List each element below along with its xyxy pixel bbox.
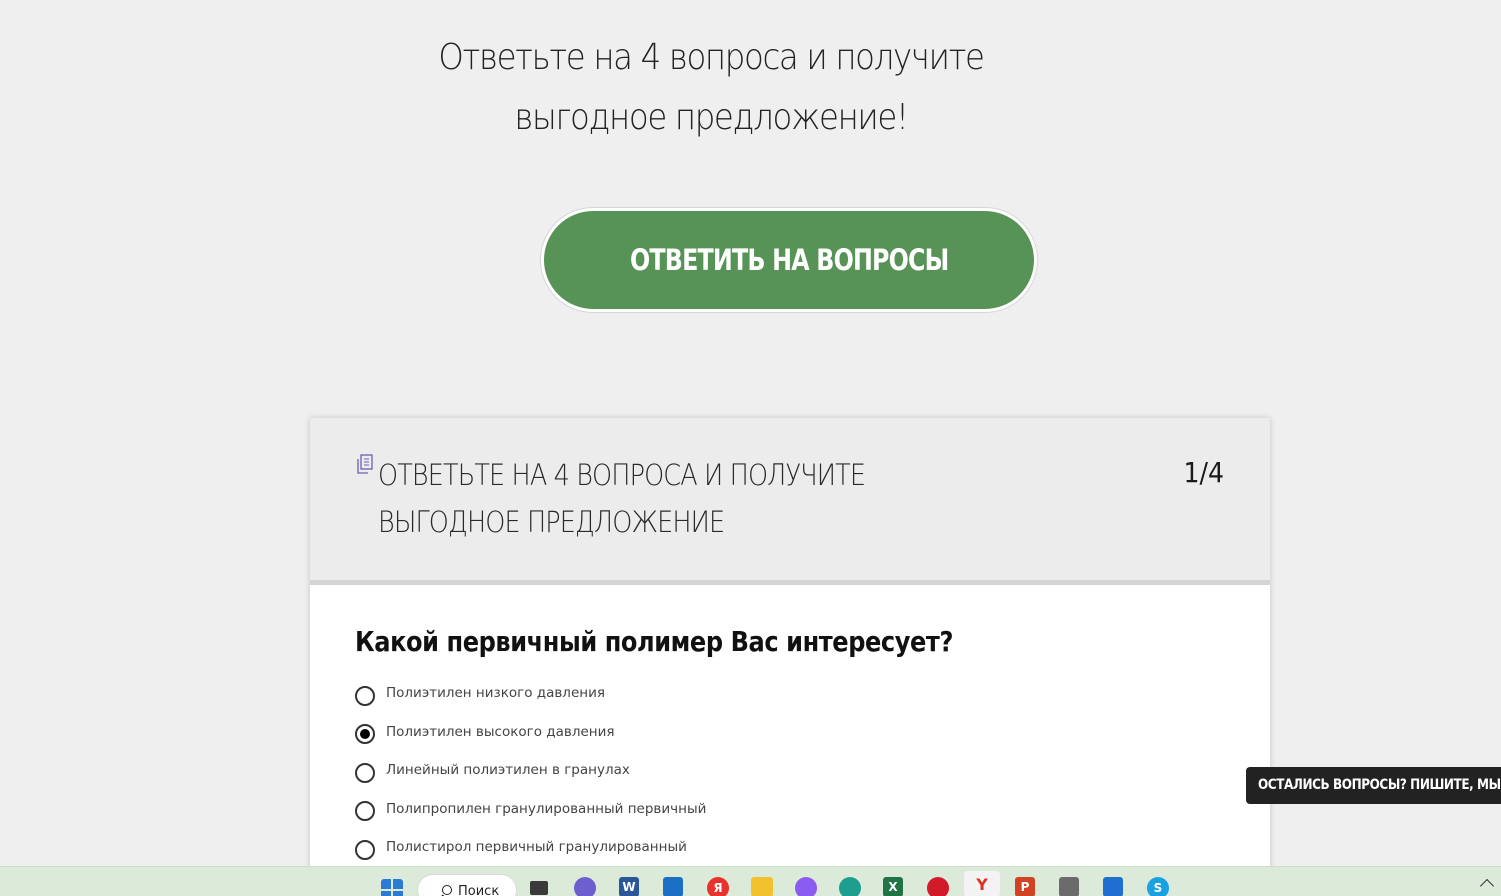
answer-option[interactable]: Линейный полиэтилен в гранулах bbox=[355, 753, 706, 792]
opera-icon[interactable] bbox=[927, 877, 949, 896]
question-text: Какой первичный полимер Вас интересует? bbox=[355, 625, 954, 658]
taskbar-search-label: Поиск bbox=[458, 884, 500, 896]
radio-button[interactable] bbox=[355, 839, 375, 860]
taskbar-search[interactable]: Поиск bbox=[418, 875, 516, 896]
answer-option-label: Полистирол первичный гранулированный bbox=[386, 839, 687, 856]
skype-icon[interactable]: S bbox=[1147, 877, 1169, 896]
answer-questions-button[interactable]: ОТВЕТИТЬ НА ВОПРОСЫ bbox=[541, 208, 1037, 312]
search-icon bbox=[442, 885, 452, 895]
taskbar: Поиск W Я X Y P S bbox=[0, 866, 1501, 896]
hero-headline: Ответьте на 4 вопроса и получите выгодно… bbox=[0, 28, 1422, 148]
quiz-card: ОТВЕТЬТЕ НА 4 ВОПРОСА И ПОЛУЧИТЕ ВЫГОДНО… bbox=[310, 418, 1270, 896]
app-icon[interactable] bbox=[1103, 877, 1123, 896]
chevron-up-icon[interactable] bbox=[1479, 878, 1495, 894]
chat-widget-label: ОСТАЛИСЬ ВОПРОСЫ? ПИШИТЕ, МЫ О bbox=[1258, 777, 1501, 793]
windows-start-icon[interactable] bbox=[381, 879, 403, 896]
answer-questions-button-label: ОТВЕТИТЬ НА ВОПРОСЫ bbox=[629, 243, 949, 277]
edge-icon[interactable] bbox=[839, 877, 861, 896]
answer-option[interactable]: Полипропилен гранулированный первичный bbox=[355, 792, 706, 831]
answer-options: Полиэтилен низкого давления Полиэтилен в… bbox=[355, 676, 706, 869]
yandex-icon[interactable]: Я bbox=[707, 877, 729, 896]
word-icon[interactable]: W bbox=[619, 877, 639, 896]
radio-button[interactable] bbox=[355, 762, 375, 783]
quiz-title: ОТВЕТЬТЕ НА 4 ВОПРОСА И ПОЛУЧИТЕ ВЫГОДНО… bbox=[378, 458, 866, 539]
answer-option-label: Полиэтилен низкого давления bbox=[386, 685, 605, 702]
task-view-icon[interactable] bbox=[530, 881, 548, 895]
yandex-browser-icon[interactable]: Y bbox=[964, 871, 1000, 896]
quiz-header: ОТВЕТЬТЕ НА 4 ВОПРОСА И ПОЛУЧИТЕ ВЫГОДНО… bbox=[310, 418, 1270, 585]
radio-button[interactable] bbox=[355, 801, 375, 822]
answer-option-label: Линейный полиэтилен в гранулах bbox=[386, 762, 630, 779]
file-explorer-icon[interactable] bbox=[751, 877, 773, 896]
document-icon bbox=[357, 454, 373, 474]
answer-option[interactable]: Полистирол первичный гранулированный bbox=[355, 830, 706, 869]
calculator-icon[interactable] bbox=[1059, 877, 1079, 896]
answer-option-label: Полипропилен гранулированный первичный bbox=[386, 800, 707, 817]
quiz-step-counter: 1/4 bbox=[1183, 456, 1224, 489]
store-icon[interactable] bbox=[663, 877, 683, 896]
radio-button[interactable] bbox=[355, 685, 375, 706]
answer-option[interactable]: Полиэтилен высокого давления bbox=[355, 715, 706, 754]
excel-icon[interactable]: X bbox=[883, 877, 903, 896]
hero-headline-line2: выгодное предложение! bbox=[514, 97, 909, 138]
radio-button-selected[interactable] bbox=[355, 724, 375, 745]
chat-widget-tab[interactable]: ОСТАЛИСЬ ВОПРОСЫ? ПИШИТЕ, МЫ О bbox=[1246, 767, 1501, 804]
powerpoint-icon[interactable]: P bbox=[1015, 877, 1035, 896]
alice-icon[interactable] bbox=[795, 877, 817, 896]
answer-option-label: Полиэтилен высокого давления bbox=[386, 723, 615, 740]
page: Ответьте на 4 вопроса и получите выгодно… bbox=[0, 0, 1501, 896]
teams-chat-icon[interactable] bbox=[574, 877, 596, 896]
hero-headline-line1: Ответьте на 4 вопроса и получите bbox=[438, 37, 985, 78]
answer-option[interactable]: Полиэтилен низкого давления bbox=[355, 676, 706, 715]
